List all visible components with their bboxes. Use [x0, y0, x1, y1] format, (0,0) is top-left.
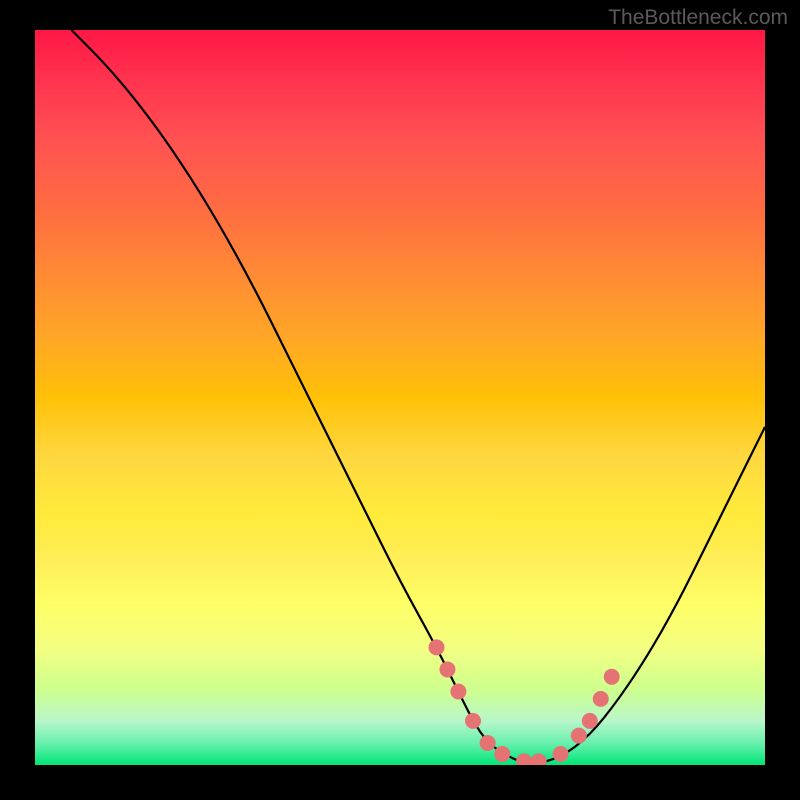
marker-point	[593, 691, 609, 707]
marker-point	[516, 753, 532, 765]
marker-point	[429, 639, 445, 655]
watermark-text: TheBottleneck.com	[608, 6, 788, 30]
marker-point	[531, 753, 547, 765]
marker-point	[494, 746, 510, 762]
marker-point	[439, 661, 455, 677]
marker-points	[429, 639, 620, 765]
plot-area	[35, 30, 765, 765]
marker-point	[553, 746, 569, 762]
bottleneck-curve	[72, 30, 766, 763]
marker-point	[465, 713, 481, 729]
marker-point	[450, 684, 466, 700]
marker-point	[582, 713, 598, 729]
chart-svg	[35, 30, 765, 765]
marker-point	[480, 735, 496, 751]
marker-point	[571, 728, 587, 744]
marker-point	[604, 669, 620, 685]
